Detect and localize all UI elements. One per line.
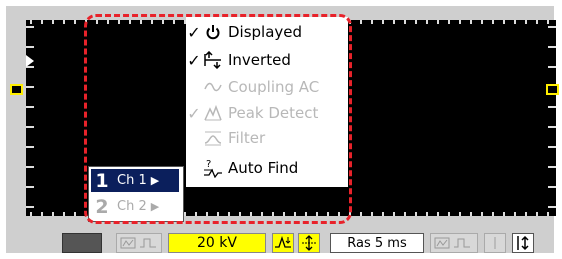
graticule-tick (525, 20, 527, 24)
graticule-tick (459, 212, 461, 216)
trigger-position-icon[interactable] (512, 233, 534, 253)
graticule-tick (63, 20, 65, 24)
graticule-tick (548, 146, 556, 148)
graticule-tick (492, 212, 494, 216)
graticule-tick (415, 212, 417, 216)
vertical-position-icon[interactable] (298, 233, 320, 253)
graticule-tick (548, 186, 556, 188)
graticule-tick (26, 146, 34, 148)
graticule-tick (503, 212, 505, 216)
graticule-tick (470, 212, 472, 216)
graticule-tick (74, 20, 76, 24)
trigger-level-arrow[interactable] (26, 55, 34, 67)
graticule-tick (514, 20, 516, 24)
graticule-tick (360, 212, 362, 216)
graticule-tick (514, 212, 516, 216)
channel-ground-marker-left[interactable] (10, 84, 23, 95)
graticule-tick (26, 106, 34, 108)
trigger-mode-icon[interactable] (430, 233, 478, 253)
graticule-tick (41, 20, 43, 24)
graticule-tick (503, 20, 505, 24)
graticule-tick (548, 26, 556, 28)
graticule-tick (41, 212, 43, 216)
graticule-tick (52, 20, 54, 24)
graticule-tick (459, 20, 461, 24)
graticule-tick (26, 166, 34, 168)
graticule-tick (481, 212, 483, 216)
graticule-tick (63, 212, 65, 216)
graticule-tick (448, 212, 450, 216)
graticule-tick (74, 212, 76, 216)
graticule-tick (26, 46, 34, 48)
graticule-tick (548, 126, 556, 128)
volts-per-div-field[interactable]: 20 kV (168, 233, 266, 253)
trigger-slope-icon[interactable] (484, 233, 506, 253)
graticule-tick (393, 212, 395, 216)
graticule-tick (536, 212, 538, 216)
graticule-tick (371, 20, 373, 24)
channel-ground-marker-right[interactable] (546, 84, 559, 95)
graticule-tick (525, 212, 527, 216)
graticule-tick (492, 20, 494, 24)
graticule-tick (548, 206, 556, 208)
channel-1-toggle[interactable] (62, 233, 102, 253)
graticule-tick (360, 20, 362, 24)
graticule-tick (437, 212, 439, 216)
left-graticule-ticks (26, 20, 34, 216)
graticule-tick (548, 66, 556, 68)
graticule-tick (548, 166, 556, 168)
graticule-tick (26, 126, 34, 128)
graticule-tick (426, 20, 428, 24)
graticule-tick (393, 20, 395, 24)
graticule-tick (26, 26, 34, 28)
graticule-tick (536, 20, 538, 24)
graticule-tick (371, 212, 373, 216)
graticule-tick (52, 212, 54, 216)
graticule-tick (548, 106, 556, 108)
coupling-icon[interactable] (116, 233, 162, 253)
right-graticule-ticks (548, 20, 556, 216)
graticule-tick (404, 20, 406, 24)
graticule-tick (382, 212, 384, 216)
graticule-tick (437, 20, 439, 24)
graticule-tick (382, 20, 384, 24)
graticule-tick (448, 20, 450, 24)
graticule-tick (470, 20, 472, 24)
graticule-tick (548, 46, 556, 48)
graticule-tick (26, 186, 34, 188)
invert-trace-icon[interactable] (272, 233, 294, 253)
timebase-value: Ras 5 ms (347, 235, 407, 251)
graticule-tick (415, 20, 417, 24)
graticule-tick (404, 212, 406, 216)
graticule-tick (426, 212, 428, 216)
graticule-tick (26, 86, 34, 88)
graticule-tick (481, 20, 483, 24)
timebase-field[interactable]: Ras 5 ms (330, 233, 424, 253)
graticule-tick (26, 206, 34, 208)
highlight-outline (84, 14, 352, 224)
volts-per-div-value: 20 kV (197, 235, 237, 251)
